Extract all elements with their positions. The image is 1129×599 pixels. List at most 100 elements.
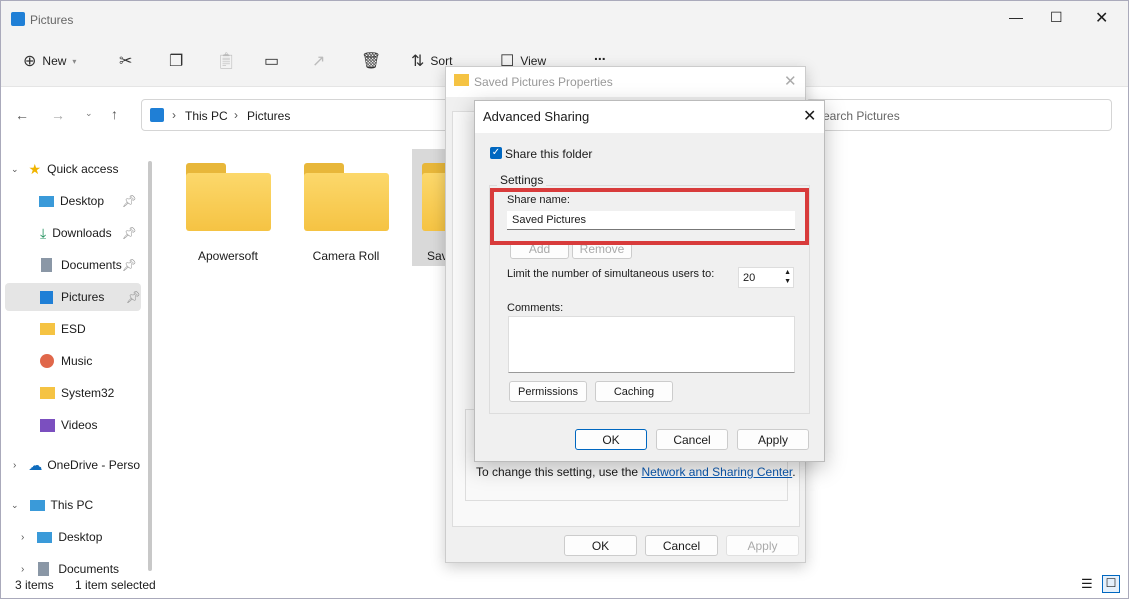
close-button[interactable]: ✕	[1095, 8, 1108, 28]
sidebar-item-downloads[interactable]: ⤓ Downloads 📌︎	[1, 219, 141, 247]
star-icon: ★	[28, 160, 42, 177]
caching-button[interactable]: Caching	[595, 381, 673, 402]
folder-icon[interactable]	[186, 163, 271, 231]
cloud-icon: ☁	[28, 456, 43, 473]
folder-icon[interactable]	[304, 163, 389, 231]
sidebar-label: Downloads	[52, 226, 112, 240]
details-view-icon[interactable]: ☰	[1081, 576, 1093, 592]
sidebar-label: ESD	[61, 322, 86, 336]
pictures-icon	[40, 290, 53, 304]
breadcrumb-pictures[interactable]: Pictures	[247, 109, 290, 123]
network-sharing-center-link[interactable]: Network and Sharing Center	[641, 465, 792, 479]
copy-icon[interactable]: ❐	[169, 51, 183, 71]
sidebar-label: Desktop	[58, 530, 103, 544]
sidebar-item-desktop[interactable]: Desktop 📌︎	[1, 187, 141, 215]
search-input[interactable]: Search Pictures	[806, 99, 1112, 131]
cancel-button[interactable]: Cancel	[645, 535, 718, 556]
share-folder-label: Share this folder	[505, 147, 593, 161]
user-limit-stepper[interactable]: 20 ▲ ▼	[738, 267, 794, 288]
dialog-title: Saved Pictures Properties	[474, 75, 613, 89]
desktop-icon	[39, 195, 54, 207]
minimize-button[interactable]: —	[1009, 9, 1023, 25]
sidebar-item-quick-access[interactable]: ⌄ ★ Quick access	[1, 155, 141, 183]
paste-icon[interactable]: 📋︎	[216, 51, 236, 71]
comments-label: Comments:	[507, 302, 564, 314]
search-placeholder: Search Pictures	[815, 109, 900, 123]
sidebar-item-pictures[interactable]: Pictures 📌︎	[5, 283, 141, 311]
permissions-button[interactable]: Permissions	[509, 381, 587, 402]
status-item-count: 3 items	[15, 578, 54, 592]
close-button[interactable]: ✕	[784, 72, 797, 90]
spinner-arrows-icon[interactable]: ▲ ▼	[784, 268, 791, 286]
sidebar-label: OneDrive - Perso	[47, 458, 141, 472]
more-button[interactable]: ...	[594, 47, 606, 63]
back-button[interactable]: ←	[15, 107, 29, 123]
limit-label: Limit the number of simultaneous users t…	[507, 268, 715, 280]
sidebar-item-videos[interactable]: Videos	[1, 411, 141, 439]
download-icon: ⤓	[40, 224, 47, 241]
sidebar-label: Music	[61, 354, 93, 368]
pin-icon: 📌︎	[121, 194, 137, 208]
close-button[interactable]: ✕	[803, 106, 816, 126]
cut-icon[interactable]: ✂	[119, 51, 132, 71]
window-title: Pictures	[30, 13, 74, 27]
sidebar-item-music[interactable]: Music	[1, 347, 141, 375]
sidebar-item-desktop[interactable]: › Desktop	[1, 523, 141, 551]
folder-icon	[40, 323, 55, 335]
cancel-button[interactable]: Cancel	[656, 429, 728, 450]
video-icon	[40, 418, 55, 432]
dialog-title: Advanced Sharing	[483, 109, 590, 124]
apply-button[interactable]: Apply	[726, 535, 799, 556]
new-button[interactable]: ⊕ New ▾	[23, 51, 76, 71]
sidebar-item-this-pc[interactable]: ⌄ This PC	[1, 491, 141, 519]
pc-icon	[29, 499, 45, 511]
delete-icon[interactable]: 🗑︎	[361, 51, 381, 71]
settings-legend: Settings	[497, 173, 547, 187]
status-selected: 1 item selected	[75, 578, 156, 592]
recent-dropdown[interactable]: ⌄	[85, 108, 93, 119]
document-icon	[38, 562, 50, 576]
sidebar-label: Documents	[61, 258, 122, 272]
share-name-input[interactable]: Saved Pictures	[507, 211, 795, 230]
music-icon	[40, 354, 54, 368]
desktop-icon	[37, 531, 53, 543]
sidebar-label: Videos	[61, 418, 98, 432]
user-limit-value: 20	[743, 272, 756, 284]
sidebar-label: Desktop	[60, 194, 105, 208]
comments-textarea[interactable]	[508, 316, 795, 373]
apply-button[interactable]: Apply	[737, 429, 809, 450]
folder-label[interactable]: Apowersoft	[173, 249, 283, 263]
sidebar-label: System32	[61, 386, 115, 400]
sidebar-label: Documents	[58, 562, 120, 576]
forward-button[interactable]: →	[51, 107, 65, 123]
maximize-button[interactable]: ☐	[1050, 9, 1063, 26]
network-note: To change this setting, use the Network …	[476, 465, 796, 479]
sidebar-item-documents[interactable]: Documents 📌︎	[1, 251, 141, 279]
share-icon[interactable]: ↗	[312, 51, 325, 71]
pin-icon: 📌︎	[125, 290, 141, 304]
ok-button[interactable]: OK	[575, 429, 647, 450]
advanced-sharing-dialog: Advanced Sharing ✕ ✓ Share this folder S…	[474, 100, 825, 462]
new-label: New	[42, 54, 67, 68]
sidebar-label: Pictures	[61, 290, 105, 304]
ok-button[interactable]: OK	[564, 535, 637, 556]
sidebar-item-system32[interactable]: System32	[1, 379, 141, 407]
folder-label[interactable]: Camera Roll	[291, 249, 401, 263]
document-icon	[41, 258, 52, 272]
folder-icon	[40, 387, 55, 399]
folder-icon	[454, 74, 469, 86]
sidebar-scrollbar[interactable]	[148, 161, 152, 571]
pin-icon: 📌︎	[121, 258, 137, 272]
up-button[interactable]: ↑	[111, 106, 118, 122]
share-folder-checkbox[interactable]: ✓	[490, 147, 502, 159]
sidebar-item-onedrive[interactable]: › ☁ OneDrive - Perso	[1, 451, 141, 479]
sidebar-item-esd[interactable]: ESD	[1, 315, 141, 343]
pictures-icon	[150, 108, 164, 122]
sidebar-label: Quick access	[47, 162, 119, 176]
breadcrumb-this-pc[interactable]: This PC	[185, 109, 228, 123]
sort-icon: ⇅	[411, 53, 425, 70]
rename-icon[interactable]: ▭	[264, 51, 279, 71]
tiles-view-icon[interactable]: ☐	[1102, 575, 1120, 593]
pin-icon: 📌︎	[121, 226, 137, 240]
sidebar-label: This PC	[50, 498, 94, 512]
